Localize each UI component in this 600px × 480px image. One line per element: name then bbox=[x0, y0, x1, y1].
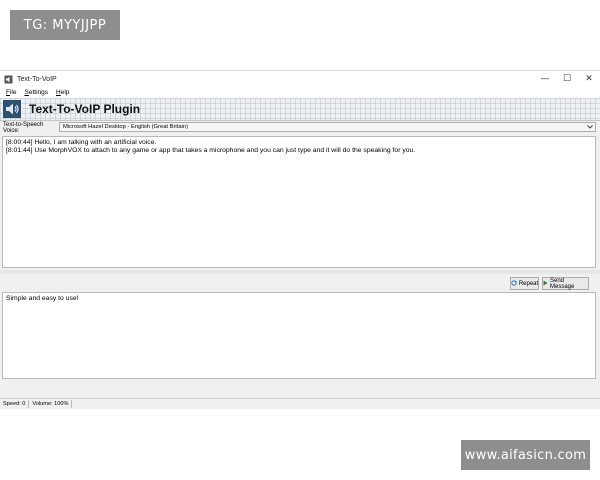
watermark-top: TG: MYYJJPP bbox=[10, 10, 120, 40]
chevron-down-icon bbox=[587, 123, 593, 131]
chat-line: [8:00:44] Hello, I am talking with an ar… bbox=[6, 139, 157, 146]
minimize-button[interactable]: — bbox=[534, 71, 556, 87]
send-message-button[interactable]: Send Message bbox=[542, 277, 589, 290]
window-controls: — ☐ ✕ bbox=[534, 71, 600, 87]
voice-row: Text-to-Speech Voice: Microsoft Hazel De… bbox=[0, 121, 600, 134]
repeat-icon bbox=[511, 279, 517, 288]
title-bar: Text-To-VoIP — ☐ ✕ bbox=[0, 71, 600, 87]
chat-log[interactable]: [8:00:44] Hello, I am talking with an ar… bbox=[2, 136, 596, 268]
menu-bar: File Settings Help bbox=[0, 87, 600, 98]
play-icon bbox=[543, 280, 548, 288]
pane-splitter[interactable] bbox=[0, 270, 600, 274]
voice-label: Text-to-Speech Voice: bbox=[3, 121, 44, 134]
watermark-bottom: www.aifasicn.com bbox=[461, 440, 590, 470]
banner-title: Text-To-VoIP Plugin bbox=[29, 102, 141, 116]
menu-file[interactable]: File bbox=[6, 89, 17, 96]
message-input-text: Simple and easy to use! bbox=[6, 295, 79, 302]
app-window: Text-To-VoIP — ☐ ✕ File Settings Help Te… bbox=[0, 70, 600, 409]
menu-settings-rest: ettings bbox=[28, 89, 48, 96]
status-volume: Volume: 100% bbox=[29, 400, 73, 408]
voice-selected-value: Microsoft Hazel Desktop - English (Great… bbox=[63, 124, 188, 130]
maximize-button[interactable]: ☐ bbox=[556, 71, 578, 87]
menu-help[interactable]: Help bbox=[56, 89, 69, 96]
status-speed: Speed: 0 bbox=[0, 400, 30, 408]
chat-line: [8:01:44] Use MorphVOX to attach to any … bbox=[6, 147, 416, 154]
send-button-label: Send Message bbox=[550, 277, 575, 290]
app-speaker-icon bbox=[4, 75, 13, 84]
plugin-banner: Text-To-VoIP Plugin bbox=[0, 98, 600, 121]
speaker-icon bbox=[3, 100, 21, 118]
voice-dropdown[interactable]: Microsoft Hazel Desktop - English (Great… bbox=[59, 122, 596, 132]
repeat-button[interactable]: Repeat bbox=[510, 277, 539, 290]
menu-help-rest: elp bbox=[60, 89, 70, 96]
message-input[interactable]: Simple and easy to use! bbox=[2, 292, 596, 379]
menu-settings[interactable]: Settings bbox=[25, 89, 49, 96]
menu-file-rest: ile bbox=[9, 89, 17, 96]
repeat-button-label: Repeat bbox=[518, 280, 539, 287]
status-bar: Speed: 0 Volume: 100% bbox=[0, 398, 600, 409]
close-button[interactable]: ✕ bbox=[578, 71, 600, 87]
window-title: Text-To-VoIP bbox=[17, 75, 57, 83]
